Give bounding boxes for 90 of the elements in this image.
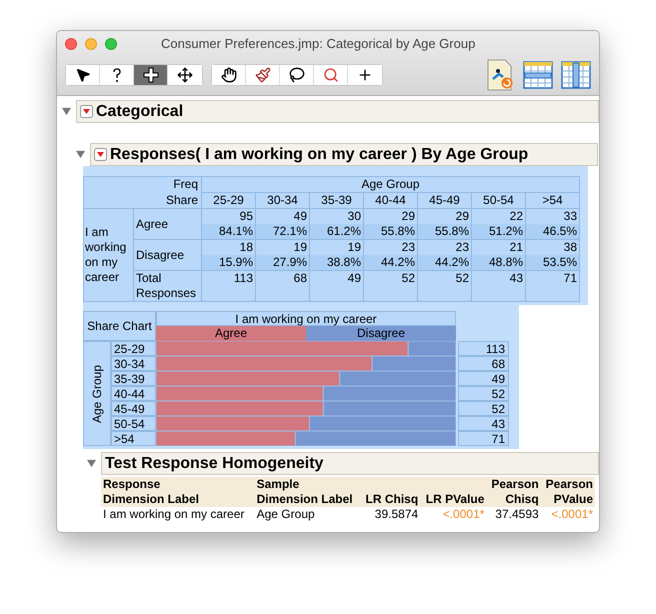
table-cell: 49 72.1% xyxy=(256,208,310,240)
table-columns-icon[interactable] xyxy=(561,61,591,89)
crosshair-icon xyxy=(357,67,373,83)
search-icon xyxy=(322,67,338,83)
table-cell: 22 51.2% xyxy=(472,208,526,240)
table-cell: <.0001* xyxy=(540,507,595,522)
table-cell: 43 xyxy=(472,270,526,302)
move-icon xyxy=(177,67,193,83)
column-header: LR PValue xyxy=(420,477,486,507)
zoom-button[interactable] xyxy=(105,38,117,50)
table-cell: 38 53.5% xyxy=(526,240,580,270)
table-cell: 39.5874 xyxy=(360,507,420,522)
table-cell: 29 55.8% xyxy=(418,208,472,240)
table-cell: 37.4593 xyxy=(486,507,541,522)
column-header: 45-49 xyxy=(418,192,472,208)
lasso-icon xyxy=(288,67,304,83)
hand-icon xyxy=(220,67,236,83)
row-header: I am working on my career xyxy=(84,208,134,302)
crosshair-icon xyxy=(142,67,158,83)
category-label: 45-49 xyxy=(111,401,156,416)
chart-header: I am working on my career xyxy=(156,311,456,326)
total-cell: 71 xyxy=(458,431,509,446)
tool-button[interactable] xyxy=(134,65,168,85)
total-cell: 49 xyxy=(458,371,509,386)
table-cell: 52 xyxy=(418,270,472,302)
category-label: 35-39 xyxy=(111,371,156,386)
table-cell: 23 44.2% xyxy=(418,240,472,270)
column-header: >54 xyxy=(526,192,580,208)
table-cell: 18 15.9% xyxy=(202,240,256,270)
column-header: 25-29 xyxy=(202,192,256,208)
row-label: Agree xyxy=(134,208,202,240)
column-header: Response Dimension Label xyxy=(101,477,255,507)
section-title: Responses( I am working on my career ) By Age Group xyxy=(110,144,528,164)
column-header: Age Group xyxy=(202,176,580,192)
column-header: LR Chisq xyxy=(360,477,420,507)
section-title: Categorical xyxy=(96,102,184,122)
column-header: 50-54 xyxy=(472,192,526,208)
total-cell: 52 xyxy=(458,401,509,416)
disclosure-triangle-icon[interactable] xyxy=(76,150,85,159)
axis-label: Age Group xyxy=(83,341,111,446)
section-title: Test Response Homogeneity xyxy=(105,454,324,474)
legend-item: Agree xyxy=(156,326,306,341)
category-label: >54 xyxy=(111,431,156,446)
table-cell: 19 27.9% xyxy=(256,240,310,270)
column-header: 40-44 xyxy=(364,192,418,208)
table-cell: 95 84.1% xyxy=(202,208,256,240)
table-cell: 52 xyxy=(364,270,418,302)
close-button[interactable] xyxy=(65,38,77,50)
table-cell: 49 xyxy=(310,270,364,302)
table-cell: 29 55.8% xyxy=(364,208,418,240)
table-cell: 71 xyxy=(526,270,580,302)
column-header: 30-34 xyxy=(256,192,310,208)
column-header: Sample Dimension Label xyxy=(254,477,360,507)
row-label: Disagree xyxy=(134,240,202,270)
dropdown-menu-icon[interactable] xyxy=(80,105,93,118)
column-header: Pearson Chisq xyxy=(486,477,541,507)
disclosure-triangle-icon[interactable] xyxy=(87,459,96,468)
document-icon[interactable] xyxy=(485,59,515,91)
table-cell: 68 xyxy=(256,270,310,302)
tool-button[interactable] xyxy=(212,65,246,85)
total-cell: 43 xyxy=(458,416,509,431)
column-header: 35-39 xyxy=(310,192,364,208)
table-cell: 30 61.2% xyxy=(310,208,364,240)
table-cell: 113 xyxy=(202,270,256,302)
dropdown-menu-icon[interactable] xyxy=(94,148,107,161)
category-label: 50-54 xyxy=(111,416,156,431)
row-label: Total Responses xyxy=(134,270,202,302)
table-cell: Freq xyxy=(84,176,202,192)
total-cell: 68 xyxy=(458,356,509,371)
disclosure-triangle-icon[interactable] xyxy=(62,107,71,116)
category-label: 40-44 xyxy=(111,386,156,401)
chart-title: Share Chart xyxy=(83,311,156,341)
total-cell: 52 xyxy=(458,386,509,401)
category-label: 30-34 xyxy=(111,356,156,371)
table-rows-icon[interactable] xyxy=(523,61,553,89)
total-cell: 113 xyxy=(458,341,509,356)
window-title: Consumer Preferences.jmp: Categorical by Age Group xyxy=(161,35,476,54)
table-cell: Share xyxy=(84,192,202,208)
table-cell: <.0001* xyxy=(420,507,486,522)
tool-button[interactable] xyxy=(66,65,100,85)
table-cell: I am working on my career xyxy=(101,507,255,522)
category-label: 25-29 xyxy=(111,341,156,356)
table-cell: Age Group xyxy=(254,507,360,522)
column-header: Pearson PValue xyxy=(540,477,595,507)
brush-icon xyxy=(254,67,270,83)
table-cell: 19 38.8% xyxy=(310,240,364,270)
table-cell: 23 44.2% xyxy=(364,240,418,270)
pointer-icon xyxy=(74,67,90,83)
table-cell: 33 46.5% xyxy=(526,208,580,240)
table-cell: 21 48.8% xyxy=(472,240,526,270)
